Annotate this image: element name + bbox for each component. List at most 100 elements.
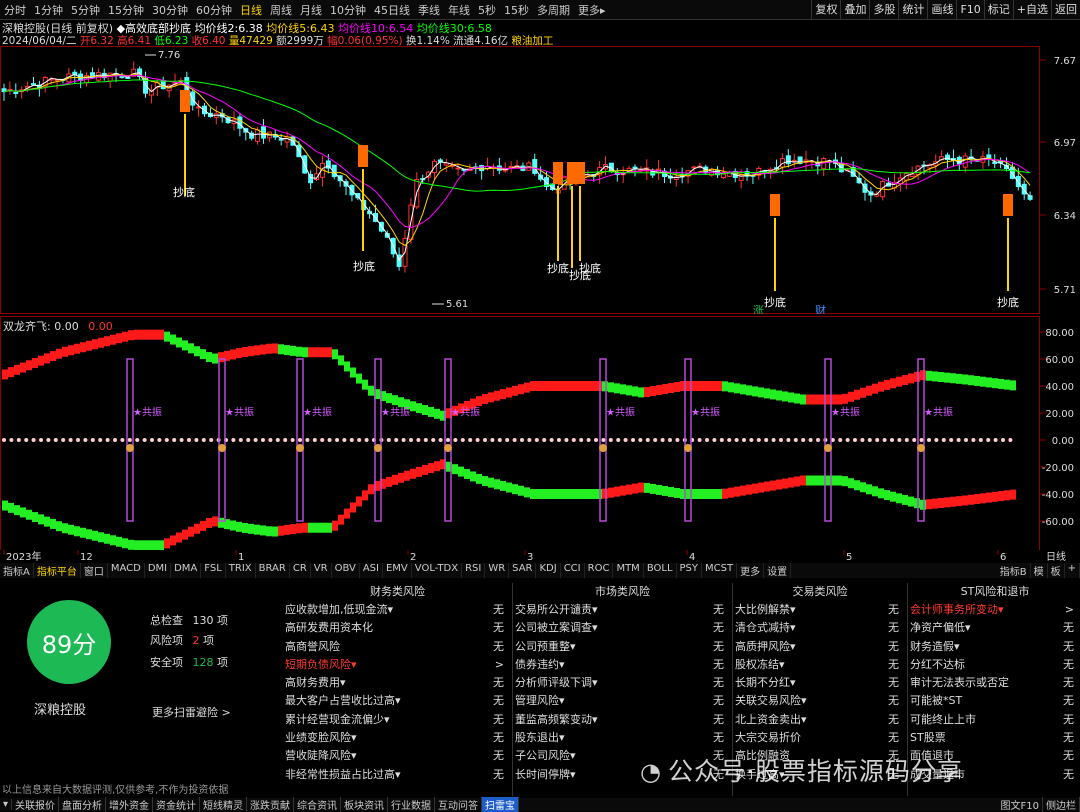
indicator-tab[interactable]: KDJ: [536, 563, 561, 578]
bottom-tab[interactable]: 板块资讯: [341, 797, 389, 812]
bottom-tab[interactable]: 短线精灵: [200, 797, 248, 812]
risk-row[interactable]: 长期不分红▾ 无: [735, 674, 905, 692]
risk-row[interactable]: 短期负债风险▾ >: [285, 656, 510, 674]
period-tab[interactable]: 日线: [236, 2, 266, 18]
indicator-tab[interactable]: VR: [311, 563, 332, 578]
indicator-tab[interactable]: TRIX: [226, 563, 256, 578]
risk-row[interactable]: 债券违约▾ 无: [515, 656, 730, 674]
risk-row[interactable]: 会计师事务所变动▾ >: [910, 601, 1080, 619]
risk-row[interactable]: 交易所公开谴责▾ 无: [515, 601, 730, 619]
risk-row[interactable]: 大比例解禁▾ 无: [735, 601, 905, 619]
indicator-tab[interactable]: 指标A: [0, 563, 34, 578]
toolbar-button[interactable]: 画线: [927, 0, 956, 19]
indicator-tab[interactable]: CR: [290, 563, 311, 578]
period-tab[interactable]: 分时: [0, 2, 30, 18]
period-tab[interactable]: 15秒: [500, 2, 533, 18]
risk-row[interactable]: 净资产偏低▾ 无: [910, 619, 1080, 637]
risk-row[interactable]: 股东退出▾ 无: [515, 729, 730, 747]
risk-row[interactable]: 审计无法表示或否定 无: [910, 674, 1080, 692]
bottom-tab[interactable]: 资金统计: [153, 797, 201, 812]
risk-row[interactable]: 董监高频繁变动▾ 无: [515, 711, 730, 729]
indicator-tab[interactable]: 设置: [764, 563, 792, 578]
risk-row[interactable]: 高财务费用▾ 无: [285, 674, 510, 692]
indicator-chart[interactable]: 80.00 60.00 40.00 20.00 0.00 -20.00 -40.00 -60.…: [0, 316, 1080, 552]
indicator-tab[interactable]: MCST: [702, 563, 738, 578]
indicator-tab[interactable]: MTM: [613, 563, 644, 578]
risk-row[interactable]: 高商誉风险 无: [285, 638, 510, 656]
indicator-tab-right[interactable]: +: [1065, 563, 1080, 578]
risk-row[interactable]: 股权冻结▾ 无: [735, 656, 905, 674]
bottom-tab[interactable]: 综合资讯: [294, 797, 342, 812]
risk-row[interactable]: 应收款增加,低现金流▾ 无: [285, 601, 510, 619]
indicator-tab[interactable]: ROC: [585, 563, 614, 578]
bottom-tab-right[interactable]: 侧边栏: [1043, 797, 1080, 812]
period-tab[interactable]: 5秒: [474, 2, 500, 18]
risk-row[interactable]: 分析师评级下调▾ 无: [515, 674, 730, 692]
indicator-tab[interactable]: OBV: [332, 563, 360, 578]
period-tab[interactable]: 年线: [444, 2, 474, 18]
indicator-tab-right[interactable]: 模: [1031, 563, 1048, 578]
indicator-tab[interactable]: 更多: [737, 563, 765, 578]
risk-row[interactable]: 可能被*ST 无: [910, 692, 1080, 710]
period-tab[interactable]: 60分钟: [192, 2, 236, 18]
indicator-tab-right[interactable]: 板: [1048, 563, 1065, 578]
risk-row[interactable]: 非经常性损益占比过高▾ 无: [285, 766, 510, 784]
toolbar-button[interactable]: +自选: [1012, 0, 1051, 19]
toolbar-button[interactable]: 标记: [983, 0, 1013, 19]
bottom-tab[interactable]: 互动问答: [435, 797, 483, 812]
risk-row[interactable]: 北上资金卖出▾ 无: [735, 711, 905, 729]
risk-row[interactable]: 公司被立案调查▾ 无: [515, 619, 730, 637]
risk-row[interactable]: 分红不达标 无: [910, 656, 1080, 674]
risk-row[interactable]: 业绩变脸风险▾ 无: [285, 729, 510, 747]
indicator-tab[interactable]: ASI: [360, 563, 383, 578]
period-tab[interactable]: 10分钟: [326, 2, 370, 18]
indicator-tab[interactable]: PSY: [677, 563, 703, 578]
period-tab[interactable]: 更多▸: [574, 2, 610, 18]
indicator-tab[interactable]: MACD: [108, 563, 145, 578]
toolbar-button[interactable]: 复权: [811, 0, 840, 19]
toolbar-button[interactable]: 多股: [869, 0, 898, 19]
period-tab[interactable]: 5分钟: [67, 2, 104, 18]
indicator-tab[interactable]: RSI: [462, 563, 486, 578]
bottom-tab[interactable]: 行业数据: [388, 797, 436, 812]
indicator-tab[interactable]: CCI: [561, 563, 585, 578]
risk-row[interactable]: 最大客户占营收比过高▾ 无: [285, 692, 510, 710]
period-tab[interactable]: 季线: [414, 2, 444, 18]
risk-row[interactable]: 大宗交易折价 无: [735, 729, 905, 747]
period-tab[interactable]: 月线: [296, 2, 326, 18]
indicator-tab-right[interactable]: 指标B: [997, 563, 1031, 578]
indicator-tab[interactable]: DMI: [145, 563, 172, 578]
bottom-tab[interactable]: 涨跌贡献: [247, 797, 295, 812]
period-tab[interactable]: 周线: [266, 2, 296, 18]
toolbar-button[interactable]: F10: [956, 0, 983, 19]
bottom-tab[interactable]: 盘面分析: [59, 797, 107, 812]
indicator-tab[interactable]: SAR: [509, 563, 537, 578]
indicator-tab[interactable]: BOLL: [644, 563, 677, 578]
risk-row[interactable]: 公司预重整▾ 无: [515, 638, 730, 656]
indicator-tab[interactable]: FSL: [201, 563, 226, 578]
indicator-tab[interactable]: WR: [485, 563, 510, 578]
period-tab[interactable]: 30分钟: [148, 2, 192, 18]
period-tab[interactable]: 多周期: [533, 2, 574, 18]
period-tab[interactable]: 15分钟: [104, 2, 148, 18]
bottom-tab[interactable]: 关联报价: [12, 797, 60, 812]
risk-row[interactable]: 高研发费用资本化 无: [285, 619, 510, 637]
indicator-tab[interactable]: 指标平台: [34, 563, 81, 578]
bottom-tab[interactable]: 增外资金: [106, 797, 154, 812]
bottom-tab-right[interactable]: 图文F10: [998, 797, 1043, 812]
risk-row[interactable]: 营收陡降风险▾ 无: [285, 747, 510, 765]
risk-row[interactable]: 高质押风险▾ 无: [735, 638, 905, 656]
indicator-tab[interactable]: EMV: [383, 563, 412, 578]
risk-row[interactable]: 可能终止上市 无: [910, 711, 1080, 729]
risk-row[interactable]: 管理风险▾ 无: [515, 692, 730, 710]
bottom-menu-icon[interactable]: ▾: [0, 799, 13, 810]
toolbar-button[interactable]: 叠加: [840, 0, 869, 19]
more-scan-link[interactable]: 更多扫雷避险 >: [152, 704, 231, 720]
risk-row[interactable]: 财务造假▾ 无: [910, 638, 1080, 656]
risk-row[interactable]: ST股票 无: [910, 729, 1080, 747]
risk-row[interactable]: 清仓式减持▾ 无: [735, 619, 905, 637]
bottom-tab[interactable]: 扫雷宝: [482, 797, 520, 812]
period-tab[interactable]: 45日线: [370, 2, 414, 18]
indicator-tab[interactable]: DMA: [171, 563, 202, 578]
risk-row[interactable]: 累计经营现金流偏少▾ 无: [285, 711, 510, 729]
